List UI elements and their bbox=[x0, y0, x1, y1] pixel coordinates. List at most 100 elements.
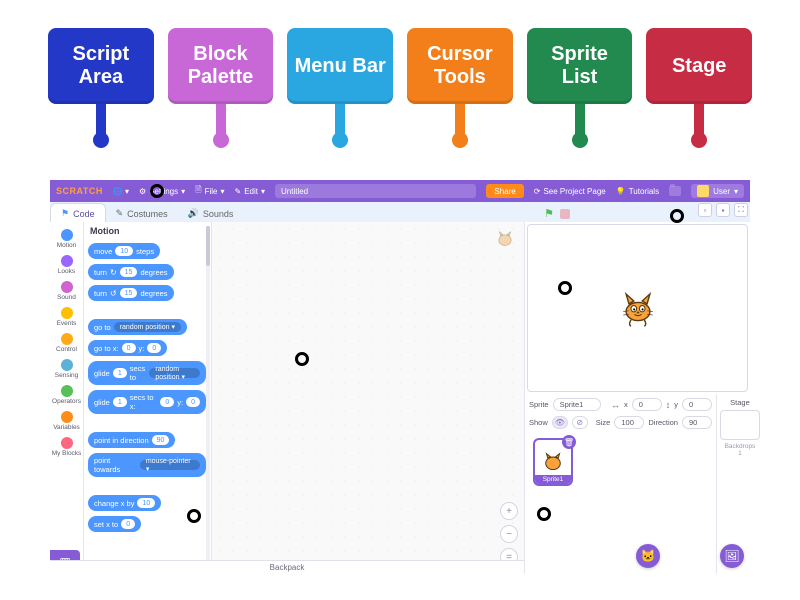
zoom-out-button[interactable]: − bbox=[500, 525, 518, 543]
category-my-blocks[interactable]: My Blocks bbox=[50, 434, 83, 460]
category-sensing[interactable]: Sensing bbox=[50, 356, 83, 382]
slot[interactable]: 10 bbox=[137, 498, 155, 508]
brand-logo[interactable]: SCRATCH bbox=[56, 186, 103, 196]
slot[interactable]: 15 bbox=[120, 267, 138, 277]
block-set-x-to[interactable]: set x to 0 bbox=[88, 516, 141, 532]
scratch-cat-sprite[interactable] bbox=[617, 287, 659, 329]
delete-sprite-button[interactable]: 🗑 bbox=[562, 435, 576, 449]
draggable-marker[interactable] bbox=[558, 281, 572, 295]
t: change x by bbox=[94, 499, 134, 508]
block-turn-cw[interactable]: turn 15 degrees bbox=[88, 264, 174, 280]
category-control[interactable]: Control bbox=[50, 330, 83, 356]
slot[interactable]: 0 bbox=[121, 519, 135, 529]
slot[interactable]: 0 bbox=[122, 343, 136, 353]
slot[interactable]: 15 bbox=[120, 288, 138, 298]
category-label: Sensing bbox=[55, 372, 79, 379]
y-label: y bbox=[674, 400, 678, 409]
see-project-page[interactable]: ⟳ See Project Page bbox=[534, 187, 606, 196]
fullscreen-button[interactable]: ⛶ bbox=[734, 203, 748, 217]
show-hidden-button[interactable]: ⊘ bbox=[572, 416, 588, 429]
palette-scroll: move 10 steps turn 15 degrees turn 15 de… bbox=[84, 238, 211, 574]
category-label: Variables bbox=[53, 424, 80, 431]
palette-scroll-thumb[interactable] bbox=[206, 226, 210, 266]
block-glide-random[interactable]: glide 1 secs to random position ▾ bbox=[88, 361, 206, 385]
dropdown[interactable]: random position ▾ bbox=[114, 322, 181, 332]
sprite-name-input[interactable]: Sprite1 bbox=[553, 398, 601, 411]
sprite-size-input[interactable]: 100 bbox=[614, 416, 644, 429]
draggable-marker[interactable] bbox=[187, 509, 201, 523]
stop-button[interactable] bbox=[560, 209, 570, 219]
dropdown[interactable]: random position ▾ bbox=[149, 368, 200, 378]
tab-sounds[interactable]: 🔊Sounds bbox=[178, 204, 244, 222]
tutorials-button[interactable]: 💡 Tutorials bbox=[616, 187, 659, 196]
add-sprite-button[interactable]: 🐱 bbox=[636, 544, 660, 568]
category-motion[interactable]: Motion bbox=[50, 226, 83, 252]
draggable-marker[interactable] bbox=[150, 184, 164, 198]
draggable-marker[interactable] bbox=[670, 209, 684, 223]
share-button[interactable]: Share bbox=[486, 184, 523, 198]
stage-thumbnail[interactable] bbox=[720, 410, 760, 440]
block-move-steps[interactable]: move 10 steps bbox=[88, 243, 160, 259]
slot[interactable]: 0 bbox=[186, 397, 200, 407]
stage[interactable] bbox=[527, 224, 748, 392]
block-change-x-by[interactable]: change x by 10 bbox=[88, 495, 161, 511]
dropdown[interactable]: mouse-pointer ▾ bbox=[140, 460, 200, 470]
callout-cursor-tools[interactable]: Cursor Tools bbox=[407, 28, 513, 148]
backdrops-label: Backdrops bbox=[720, 443, 760, 450]
callout-block-palette[interactable]: Block Palette bbox=[168, 28, 274, 148]
slot[interactable]: 1 bbox=[113, 397, 127, 407]
sprite-direction-input[interactable]: 90 bbox=[682, 416, 712, 429]
category-dot bbox=[61, 385, 73, 397]
tab-code[interactable]: ⚑Code bbox=[50, 203, 106, 222]
callout-menu-bar[interactable]: Menu Bar bbox=[287, 28, 393, 148]
stage-large-button[interactable]: ▪ bbox=[716, 203, 730, 217]
t: point towards bbox=[94, 456, 137, 474]
zoom-in-button[interactable]: + bbox=[500, 502, 518, 520]
draggable-marker[interactable] bbox=[295, 352, 309, 366]
stage-small-button[interactable]: ▫ bbox=[698, 203, 712, 217]
tab-costumes[interactable]: ✎Costumes bbox=[106, 204, 178, 222]
draggable-marker[interactable] bbox=[537, 507, 551, 521]
sprite-y-input[interactable]: 0 bbox=[682, 398, 712, 411]
project-title-input[interactable]: Untitled bbox=[275, 184, 476, 198]
t: go to x: bbox=[94, 344, 119, 353]
block-glide-xy[interactable]: glide 1 secs to x: 0 y: 0 bbox=[88, 390, 206, 414]
category-sound[interactable]: Sound bbox=[50, 278, 83, 304]
x-label: x bbox=[624, 400, 628, 409]
sprite-x-input[interactable]: 0 bbox=[632, 398, 662, 411]
callout-stage[interactable]: Stage bbox=[646, 28, 752, 148]
palette-scrollbar[interactable] bbox=[206, 226, 210, 570]
category-operators[interactable]: Operators bbox=[50, 382, 83, 408]
edit-menu[interactable]: ✎ Edit ▾ bbox=[234, 187, 265, 196]
category-events[interactable]: Events bbox=[50, 304, 83, 330]
category-variables[interactable]: Variables bbox=[50, 408, 83, 434]
backpack-drawer[interactable]: Backpack bbox=[50, 560, 524, 574]
user-menu[interactable]: User ▾ bbox=[691, 184, 744, 198]
show-visible-button[interactable]: 👁 bbox=[552, 416, 568, 429]
slot[interactable]: 10 bbox=[115, 246, 133, 256]
sprite-thumbnail[interactable]: 🗑 Sprite1 bbox=[533, 438, 573, 486]
callout-script-area[interactable]: Script Area bbox=[48, 28, 154, 148]
slot[interactable]: 1 bbox=[113, 368, 127, 378]
block-goto-xy[interactable]: go to x: 0 y: 0 bbox=[88, 340, 167, 356]
show-label: Show bbox=[529, 418, 548, 427]
callout-sprite-list[interactable]: Sprite List bbox=[527, 28, 633, 148]
folder-icon[interactable] bbox=[669, 186, 681, 196]
category-rail: MotionLooksSoundEventsControl Sensing Oper… bbox=[50, 222, 84, 574]
block-point-direction[interactable]: point in direction 90 bbox=[88, 432, 175, 448]
sounds-icon: 🔊 bbox=[188, 208, 199, 219]
category-looks[interactable]: Looks bbox=[50, 252, 83, 278]
block-point-towards[interactable]: point towards mouse-pointer ▾ bbox=[88, 453, 206, 477]
sprite-label: Sprite bbox=[529, 400, 549, 409]
file-label: File bbox=[205, 187, 218, 196]
block-goto-random[interactable]: go to random position ▾ bbox=[88, 319, 187, 335]
file-menu[interactable]: 🗎 File ▾ bbox=[195, 184, 224, 198]
slot[interactable]: 0 bbox=[160, 397, 174, 407]
script-area[interactable]: + − = bbox=[212, 222, 524, 574]
add-backdrop-button[interactable]: 🖼 bbox=[720, 544, 744, 568]
green-flag-button[interactable]: ⚑ bbox=[544, 207, 554, 220]
language-button[interactable]: 🌐 ▾ bbox=[113, 187, 129, 196]
slot[interactable]: 0 bbox=[147, 343, 161, 353]
block-turn-ccw[interactable]: turn 15 degrees bbox=[88, 285, 174, 301]
slot[interactable]: 90 bbox=[152, 435, 170, 445]
